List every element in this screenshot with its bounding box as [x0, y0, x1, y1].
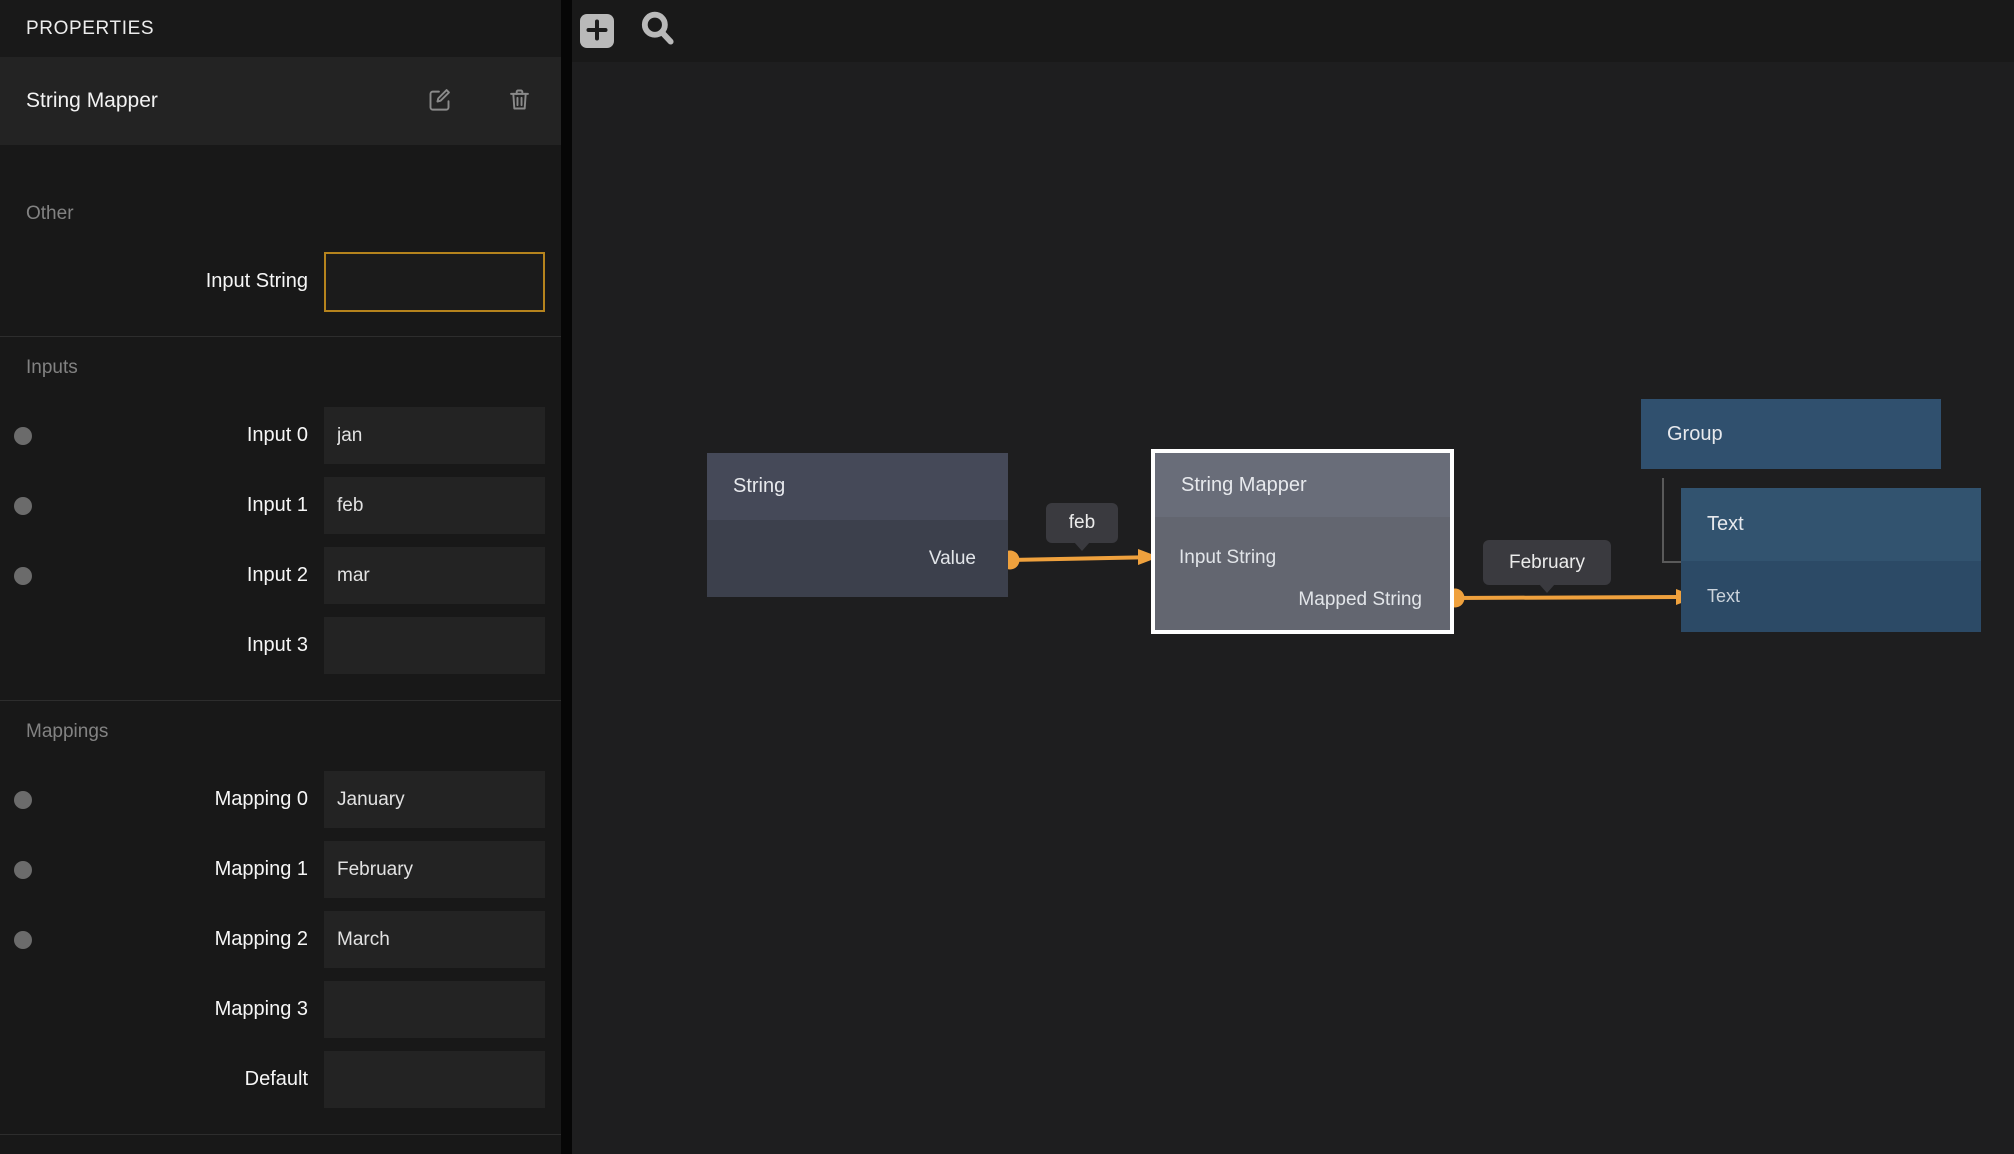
connection-value-tooltip: feb	[1046, 503, 1118, 543]
connection-value-text: February	[1509, 552, 1585, 574]
properties-sections: Other Input String Inputs Input 0 Input …	[0, 145, 561, 1154]
input-string-field[interactable]	[324, 252, 545, 312]
node-string-mapper[interactable]: String Mapper Input String Mapped String	[1151, 449, 1454, 634]
prop-label: Mapping 3	[0, 998, 324, 1021]
add-node-button[interactable]	[580, 14, 614, 48]
prop-label: Mapping 1	[0, 858, 324, 881]
port-value-output[interactable]: Value	[929, 548, 976, 570]
section-inputs: Inputs Input 0 Input 1 Input 2	[0, 336, 561, 700]
properties-title: PROPERTIES	[26, 18, 154, 40]
prop-label: Mapping 2	[0, 928, 324, 951]
prop-label: Input String	[0, 270, 324, 293]
add-node-icon	[585, 18, 609, 45]
selected-node-row: String Mapper	[0, 57, 561, 145]
section-other-title: Other	[26, 203, 561, 225]
node-group-title: Group	[1641, 399, 1941, 469]
node-text[interactable]: Text Text	[1681, 488, 1981, 632]
properties-panel-header: PROPERTIES	[0, 0, 561, 57]
edit-node-button[interactable]	[425, 87, 453, 115]
prop-row-default: Default	[0, 1051, 561, 1108]
prop-label: Input 3	[0, 634, 324, 657]
section-mappings-title: Mappings	[26, 721, 561, 743]
connection-dot	[14, 791, 32, 809]
properties-panel: PROPERTIES String Mapper	[0, 0, 561, 1154]
prop-label: Input 2	[0, 564, 324, 587]
input-0-field[interactable]	[324, 407, 545, 464]
search-zoom-button[interactable]	[638, 11, 678, 51]
canvas-toolbar	[572, 0, 2014, 62]
selected-node-name: String Mapper	[26, 89, 158, 113]
connection-value-to-input-string[interactable]	[1001, 549, 1160, 570]
prop-row-input-1: Input 1	[0, 477, 561, 534]
connection-dot	[14, 497, 32, 515]
connection-value-tooltip: February	[1483, 540, 1611, 585]
input-3-field[interactable]	[324, 617, 545, 674]
prop-row-input-string: Input String	[0, 253, 561, 310]
node-string-mapper-title: String Mapper	[1155, 453, 1450, 517]
input-1-field[interactable]	[324, 477, 545, 534]
workarea: String Value String Mapper Input String …	[572, 0, 2014, 1154]
edit-icon	[426, 86, 453, 116]
section-inputs-title: Inputs	[26, 357, 561, 379]
selected-node-actions	[425, 87, 533, 115]
node-graph-canvas[interactable]: String Value String Mapper Input String …	[572, 62, 2014, 1154]
mapping-2-field[interactable]	[324, 911, 545, 968]
connection-dot	[14, 861, 32, 879]
prop-row-mapping-3: Mapping 3	[0, 981, 561, 1038]
port-text-input[interactable]: Text	[1707, 586, 1740, 607]
prop-label: Input 0	[0, 424, 324, 447]
connection-value-text: feb	[1069, 512, 1095, 534]
prop-row-input-3: Input 3	[0, 617, 561, 674]
input-2-field[interactable]	[324, 547, 545, 604]
panel-bottom-divider	[0, 1134, 561, 1154]
group-child-hierarchy-line	[1663, 478, 1681, 562]
connection-dot	[14, 931, 32, 949]
prop-row-input-0: Input 0	[0, 407, 561, 464]
connection-dot	[14, 567, 32, 585]
connection-dot	[14, 427, 32, 445]
prop-label: Input 1	[0, 494, 324, 517]
delete-node-button[interactable]	[505, 87, 533, 115]
zoom-search-icon	[639, 11, 677, 52]
section-mappings: Mappings Mapping 0 Mapping 1 Mapping 2	[0, 700, 561, 1134]
node-string[interactable]: String Value	[707, 453, 1008, 597]
panel-canvas-divider[interactable]	[561, 0, 572, 1154]
prop-row-mapping-0: Mapping 0	[0, 771, 561, 828]
mapping-3-field[interactable]	[324, 981, 545, 1038]
default-field[interactable]	[324, 1051, 545, 1108]
prop-label: Mapping 0	[0, 788, 324, 811]
section-other: Other Input String	[0, 145, 561, 336]
node-string-title: String	[707, 453, 1008, 520]
port-mapped-string-output[interactable]: Mapped String	[1298, 589, 1422, 611]
prop-row-input-2: Input 2	[0, 547, 561, 604]
prop-row-mapping-1: Mapping 1	[0, 841, 561, 898]
port-input-string[interactable]: Input String	[1179, 547, 1276, 569]
mapping-1-field[interactable]	[324, 841, 545, 898]
mapping-0-field[interactable]	[324, 771, 545, 828]
trash-icon	[506, 86, 533, 116]
prop-row-mapping-2: Mapping 2	[0, 911, 561, 968]
connection-mapped-string-to-text[interactable]	[1446, 589, 1698, 608]
prop-label: Default	[0, 1068, 324, 1091]
app-window: PROPERTIES String Mapper	[0, 0, 2014, 1154]
node-text-title: Text	[1681, 488, 1981, 561]
node-group[interactable]: Group	[1641, 399, 1941, 469]
